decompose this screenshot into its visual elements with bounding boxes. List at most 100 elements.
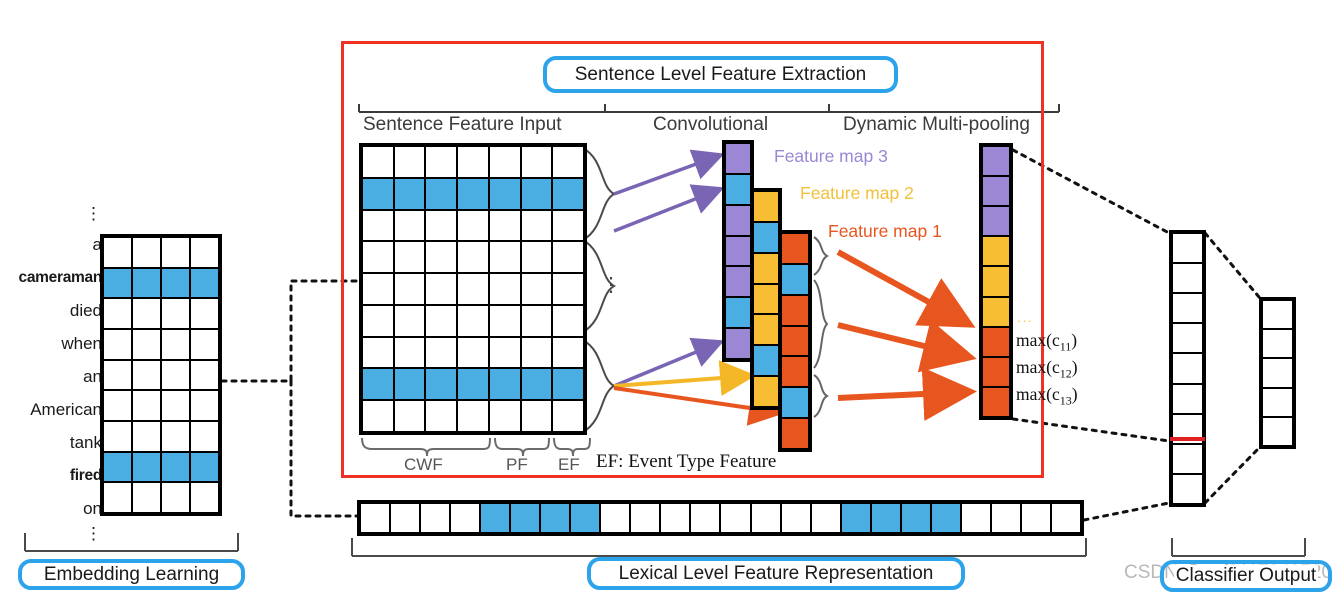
embedding-cell-1-2 (132, 237, 161, 268)
embedding-cell-8-4 (190, 451, 219, 483)
sentence-cell-3-6 (520, 209, 553, 242)
sentence-cell-7-4 (457, 336, 489, 369)
sentence-cell-1-3 (425, 146, 458, 178)
classifier-hidden-column[interactable] (1169, 230, 1206, 507)
embedding-cell-7-1 (103, 420, 132, 452)
feature-map-3-cell-6 (725, 297, 751, 329)
output-cell-3 (1262, 358, 1293, 388)
feature-map-2-cell-2 (753, 221, 779, 253)
lexical-cell-16 (810, 503, 841, 533)
word-on: on (83, 499, 102, 518)
sentence-cell-3-5 (488, 209, 521, 242)
feature-map-1-cell-2 (781, 263, 809, 295)
embedding-cell-3-1 (103, 298, 132, 329)
pooling-cell-9 (982, 386, 1010, 417)
lexical-cell-4 (450, 503, 481, 533)
sentence-cell-2-3 (425, 177, 458, 210)
sentence-cell-2-4 (457, 177, 489, 210)
sentence-cell-5-2 (393, 273, 426, 305)
lexical-cell-13 (720, 503, 751, 533)
classifier-cell-4 (1172, 323, 1203, 354)
feature-map-3-column[interactable] (722, 140, 754, 362)
sentence-cell-8-2 (393, 368, 426, 401)
sentence-cell-6-4 (457, 304, 489, 337)
sentence-cell-9-5 (488, 400, 521, 432)
embedding-cell-7-2 (132, 420, 161, 452)
sentence-cell-9-4 (457, 400, 489, 432)
dotted-link-classifier-to-output (1203, 231, 1261, 505)
word-died: died (69, 301, 102, 320)
sentence-cell-1-4 (457, 146, 489, 178)
word-ellipsis-bottom: ⋮ (85, 524, 102, 543)
feature-map-3-label: Feature map 3 (774, 146, 888, 166)
sentence-cell-4-5 (488, 241, 521, 274)
feature-map-2-column[interactable] (750, 188, 782, 410)
sentence-cell-4-7 (552, 241, 584, 274)
lexical-feature-bar[interactable] (357, 500, 1084, 536)
word-american: American (30, 400, 102, 419)
feature-map-1-cell-7 (781, 418, 809, 449)
classifier-output-label-text: Classifier Output (1173, 565, 1319, 587)
embedding-cell-2-3 (161, 267, 190, 299)
lexical-cell-22 (990, 503, 1021, 533)
classifier-cell-3 (1172, 293, 1203, 324)
output-cell-5 (1262, 416, 1293, 446)
sentence-cell-9-6 (520, 400, 553, 432)
lexical-cell-5 (480, 503, 511, 533)
lexical-cell-14 (750, 503, 781, 533)
feature-map-3-cell-1 (725, 143, 751, 174)
lexical-cell-10 (630, 503, 661, 533)
sentence-cell-6-2 (393, 304, 426, 337)
embedding-cell-5-2 (132, 359, 161, 391)
embedding-cell-3-2 (132, 298, 161, 329)
feature-map-3-cell-4 (725, 235, 751, 267)
lexical-cell-2 (390, 503, 421, 533)
max-label-c13: max(c13) (1016, 384, 1078, 408)
dynamic-multipooling-column[interactable] (979, 143, 1013, 420)
sentence-cell-5-3 (425, 273, 458, 305)
max-label-c11-text: max(c (1016, 330, 1060, 350)
embedding-cell-7-4 (190, 420, 219, 452)
word-when: when (61, 334, 102, 353)
lexical-cell-6 (510, 503, 541, 533)
lexical-level-label: Lexical Level Feature Representation (587, 557, 965, 590)
sentence-cell-3-1 (362, 209, 394, 242)
pooling-cell-2 (982, 176, 1010, 207)
embedding-cell-6-2 (132, 390, 161, 421)
sentence-cell-2-5 (488, 177, 521, 210)
brace-label-cwf: CWF (404, 455, 443, 474)
classifier-output-column[interactable] (1259, 297, 1296, 449)
embedding-cell-5-3 (161, 359, 190, 391)
lexical-cell-12 (690, 503, 721, 533)
lexical-cell-24 (1050, 503, 1081, 533)
output-cell-1 (1262, 300, 1293, 330)
embedding-cell-9-4 (190, 482, 219, 513)
feature-map-2-cell-3 (753, 252, 779, 284)
section-label-sentence-feature-input: Sentence Feature Input (363, 114, 562, 135)
classifier-cell-1 (1172, 233, 1203, 264)
sentence-cell-8-4 (457, 368, 489, 401)
embedding-learning-text: Embedding Learning (43, 563, 220, 585)
feature-map-1-column[interactable] (778, 230, 812, 452)
pooling-cell-3 (982, 206, 1010, 237)
embedding-cell-8-2 (132, 451, 161, 483)
embedding-cell-4-2 (132, 328, 161, 360)
sentence-cell-6-3 (425, 304, 458, 337)
feature-map-3-cell-5 (725, 266, 751, 298)
section-label-dynamic-multi-pooling: Dynamic Multi-pooling (843, 114, 1030, 135)
embedding-cell-8-3 (161, 451, 190, 483)
sentence-cell-5-1 (362, 273, 394, 305)
sentence-cell-9-7 (552, 400, 584, 432)
lexical-cell-23 (1020, 503, 1051, 533)
lexical-cell-9 (600, 503, 631, 533)
embedding-grid[interactable] (100, 234, 222, 516)
sentence-cell-4-1 (362, 241, 394, 274)
lexical-cell-1 (360, 503, 391, 533)
word-an: an (83, 367, 102, 386)
feature-map-3-cell-2 (725, 173, 751, 205)
feature-map-2-cell-7 (753, 376, 779, 407)
sentence-feature-grid[interactable] (359, 143, 587, 435)
word-tank: tank (69, 433, 102, 452)
classifier-cell-6 (1172, 383, 1203, 414)
embedding-cell-6-4 (190, 390, 219, 421)
